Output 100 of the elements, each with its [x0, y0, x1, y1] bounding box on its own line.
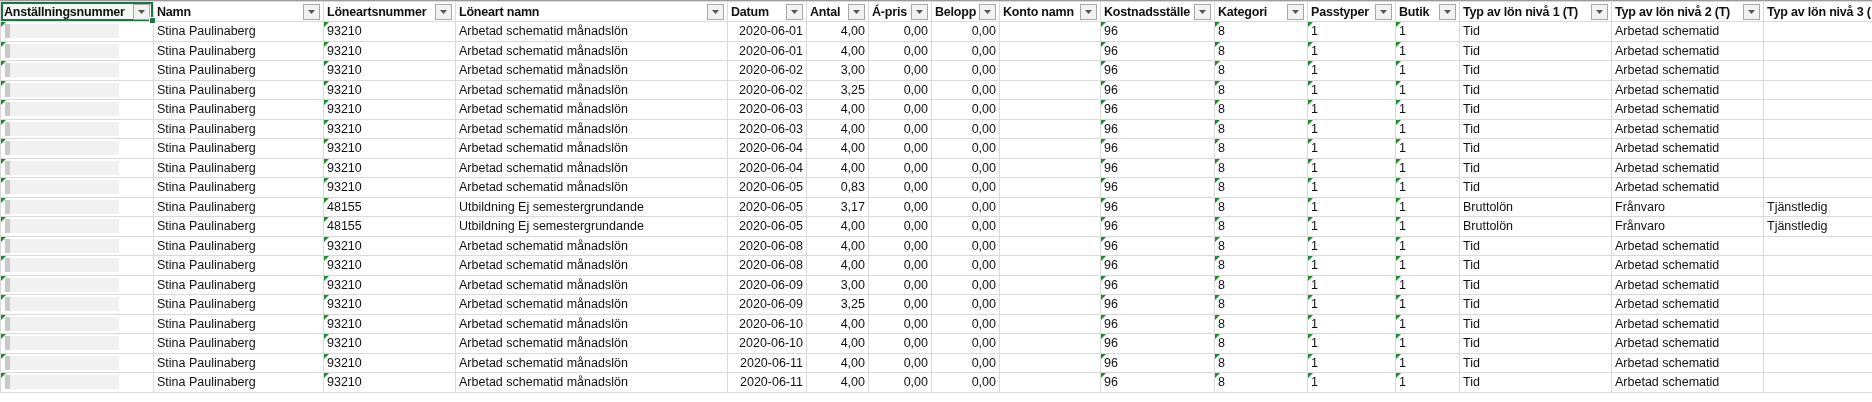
filter-dropdown-button[interactable] [435, 3, 452, 20]
column-header[interactable]: Typ av lön nivå 3 ( [1763, 1, 1872, 22]
filter-dropdown-button[interactable] [303, 3, 320, 20]
table-cell: 1 [1311, 199, 1318, 214]
table-cell: 96 [1104, 160, 1118, 175]
filter-dropdown-button[interactable] [1439, 3, 1456, 20]
table-cell: 1 [1311, 355, 1318, 370]
column-header[interactable]: Butik [1395, 1, 1460, 22]
filter-dropdown-button[interactable] [133, 3, 150, 20]
table-cell: 1 [1399, 336, 1406, 351]
table-cell: 0,00 [971, 121, 996, 136]
column-header[interactable]: Löneartsnummer [323, 1, 456, 22]
table-cell: Bruttolön [1463, 199, 1514, 214]
table-cell: 2020-06-03 [739, 121, 803, 136]
table-cell: 0,00 [903, 43, 928, 58]
table-cell: 1 [1399, 238, 1406, 253]
table-cell: 2020-06-02 [739, 82, 803, 97]
table-cell: 0,00 [971, 180, 996, 195]
table-cell: 93210 [327, 102, 362, 117]
table-cell: 8 [1218, 219, 1225, 234]
table-cell: 2020-06-01 [739, 43, 803, 58]
column-header[interactable]: Typ av lön nivå 2 (T) [1611, 1, 1764, 22]
table-cell: 1 [1311, 316, 1318, 331]
table-cell: Arbetad schematid [1615, 316, 1720, 331]
column-header[interactable]: Kostnadsställe [1100, 1, 1215, 22]
table-cell: Frånvaro [1615, 199, 1666, 214]
table-cell: 96 [1104, 102, 1118, 117]
table-cell: 4,00 [840, 336, 865, 351]
table-cell: 4,00 [840, 121, 865, 136]
table-cell: Tid [1463, 238, 1480, 253]
column-header[interactable]: Belopp [931, 1, 1000, 22]
table-cell: Arbetad schematid månadslön [459, 316, 628, 331]
table-cell: Stina Paulinaberg [157, 82, 256, 97]
column-header[interactable]: Namn [153, 1, 324, 22]
table-cell: 0,00 [903, 238, 928, 253]
filter-dropdown-button[interactable] [979, 3, 996, 20]
table-cell: 96 [1104, 43, 1118, 58]
table-cell: Tid [1463, 258, 1480, 273]
table-cell: Tid [1463, 141, 1480, 156]
table-cell: 1 [1399, 180, 1406, 195]
table-cell: 0,00 [971, 336, 996, 351]
table-cell: 8 [1218, 160, 1225, 175]
table-cell: 93210 [327, 238, 362, 253]
table-cell: Tjänstledig [1767, 219, 1828, 234]
table-cell: 0,00 [903, 258, 928, 273]
filter-dropdown-button[interactable] [707, 3, 724, 20]
table-cell: 8 [1218, 24, 1225, 39]
table-cell: 2020-06-03 [739, 102, 803, 117]
table-cell: 1 [1399, 43, 1406, 58]
caret-icon [1748, 9, 1755, 14]
table-cell: 0,00 [971, 43, 996, 58]
table-cell: Stina Paulinaberg [157, 63, 256, 78]
table-cell: Stina Paulinaberg [157, 180, 256, 195]
filter-dropdown-button[interactable] [786, 3, 803, 20]
caret-icon [853, 9, 860, 14]
table-cell: 1 [1399, 160, 1406, 175]
table-cell: Arbetad schematid månadslön [459, 238, 628, 253]
column-header[interactable]: Anställningsnummer [0, 1, 154, 22]
column-header[interactable]: Antal [806, 1, 869, 22]
column-header[interactable]: Löneart namn [455, 1, 728, 22]
table-cell: 1 [1311, 121, 1318, 136]
filter-dropdown-button[interactable] [1287, 3, 1304, 20]
column-header[interactable]: Konto namn [999, 1, 1101, 22]
table-cell: 0,00 [903, 141, 928, 156]
table-cell: 0,00 [971, 355, 996, 370]
table-cell: 93210 [327, 375, 362, 390]
filter-dropdown-button[interactable] [1375, 3, 1392, 20]
column-header[interactable]: Typ av lön nivå 1 (T) [1459, 1, 1612, 22]
table-cell: Arbetad schematid månadslön [459, 160, 628, 175]
table-cell: Tid [1463, 63, 1480, 78]
caret-icon [1199, 9, 1206, 14]
table-cell: 1 [1399, 375, 1406, 390]
table-cell: 93210 [327, 160, 362, 175]
filter-dropdown-button[interactable] [1591, 3, 1608, 20]
table-cell: Stina Paulinaberg [157, 258, 256, 273]
caret-icon [916, 9, 923, 14]
table-cell: Frånvaro [1615, 219, 1666, 234]
column-header[interactable]: Datum [727, 1, 807, 22]
table-cell: 0,00 [903, 277, 928, 292]
filter-dropdown-button[interactable] [1080, 3, 1097, 20]
table-cell: 3,25 [840, 297, 865, 312]
table-cell: 1 [1399, 316, 1406, 331]
fill-handle[interactable] [149, 17, 156, 24]
table-cell: 4,00 [840, 102, 865, 117]
table-cell: 4,00 [840, 141, 865, 156]
table-cell: 1 [1311, 102, 1318, 117]
column-header[interactable]: Á-pris [868, 1, 932, 22]
table-cell: Arbetad schematid [1615, 355, 1720, 370]
filter-dropdown-button[interactable] [1743, 3, 1760, 20]
column-header[interactable]: Passtyper [1307, 1, 1396, 22]
table-cell: Arbetad schematid månadslön [459, 43, 628, 58]
table-cell: 96 [1104, 82, 1118, 97]
column-header[interactable]: Kategori [1214, 1, 1308, 22]
filter-dropdown-button[interactable] [848, 3, 865, 20]
table-cell: Arbetad schematid [1615, 238, 1720, 253]
table-cell: Arbetad schematid [1615, 297, 1720, 312]
table-cell: Arbetad schematid månadslön [459, 297, 628, 312]
table-cell: 93210 [327, 297, 362, 312]
filter-dropdown-button[interactable] [1194, 3, 1211, 20]
filter-dropdown-button[interactable] [911, 3, 928, 20]
